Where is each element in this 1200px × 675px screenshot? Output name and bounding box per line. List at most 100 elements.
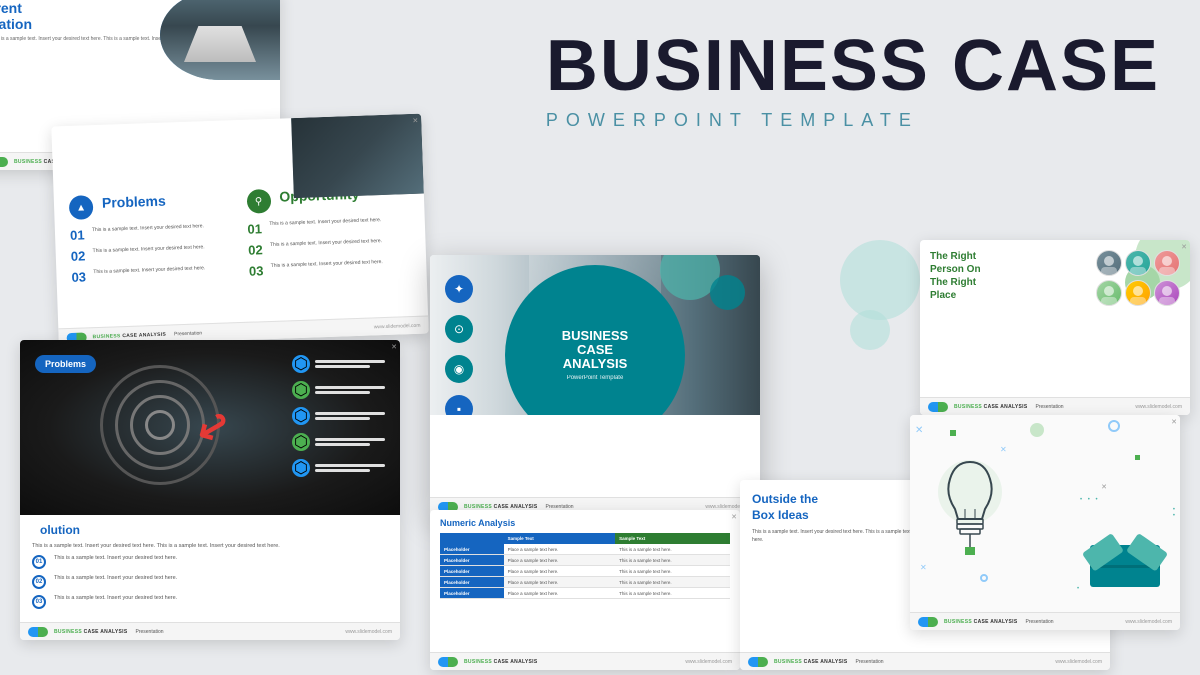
slide-8-footer: BUSINESS CASE ANALYSIS Presentation www.… [910,612,1180,630]
slide-2-o-row-1: 01 This is a sample text. Insert your de… [247,216,410,237]
slide-6-close-icon[interactable]: ✕ [1101,483,1107,491]
deco-circle-outline-1 [1108,420,1120,432]
table-row: Placeholder Place a sample text here. Th… [440,566,730,577]
footer-text-5: BUSINESS CASE ANALYSIS [464,659,537,665]
slide-7-title: The RightPerson OnThe RightPlace [930,250,1082,302]
slide-2-p-row-3: 03 This is a sample text. Insert your de… [71,264,234,285]
avatar-1 [1096,250,1122,276]
table-col-label [440,533,504,544]
footer-url-8: www.slidemodel.com [1125,619,1172,625]
table-row: Placeholder Place a sample text here. Th… [440,577,730,588]
footer-text-8: BUSINESS CASE ANALYSIS [944,619,1017,625]
slide-5-close-icon[interactable]: ✕ [731,513,737,521]
table-row: Placeholder Place a sample text here. Th… [440,544,730,555]
main-icon-2: ⊙ [445,315,473,343]
footer-toggle-7 [928,402,948,412]
ph-dot-1: ⬡ [292,355,310,373]
avatar-6 [1154,280,1180,306]
footer-toggle-1 [0,157,8,167]
deco-filled-circle-1 [1030,423,1044,437]
slide-3-ph-3: ⬡ [292,407,385,425]
slide-3-ph-5: ⬡ [292,459,385,477]
slide-3-item-1: 01 This is a sample text. Insert your de… [32,555,388,569]
slide-3-items-list: 01 This is a sample text. Insert your de… [32,555,388,609]
table-col-2: Sample Text [615,533,730,544]
footer-text-6: BUSINESS CASE ANALYSIS [774,659,847,665]
slide-card-7[interactable]: ✕ The RightPerson OnThe RightPlace [920,240,1190,415]
slide-2-p-row-2: 02 This is a sample text. Insert your de… [71,243,234,264]
main-icon-1: ✦ [445,275,473,303]
slide-5-footer: BUSINESS CASE ANALYSIS www.slidemodel.co… [430,652,740,670]
deco-square-1 [950,430,956,436]
ph-dot-3: ⬡ [292,407,310,425]
main-title: BUSINESS CASE [546,30,1160,102]
avatar-3 [1154,250,1180,276]
road-image [160,0,280,80]
deco-x-1: ✕ [915,425,923,436]
slide-7-close-icon[interactable]: ✕ [1181,243,1187,251]
box-scatter-left: • [1077,586,1079,592]
footer-text-3: BUSINESS CASE ANALYSIS [54,629,127,635]
problems-icon: ▲ [69,195,94,220]
avatar-row-2 [1090,280,1180,306]
slide-6-footer: BUSINESS CASE ANALYSIS Presentation www.… [740,652,1110,670]
ph-dot-2: ⬡ [292,381,310,399]
avatar-4 [1096,280,1122,306]
slide-1-image [160,0,280,80]
main-deco-circle-2 [710,275,745,310]
slide-3-ph-1: ⬡ [292,355,385,373]
table-col-1: Sample Text [504,533,616,544]
ph-dot-5: ⬡ [292,459,310,477]
slide-7-left: The RightPerson OnThe RightPlace [930,250,1082,387]
footer-toggle-8 [918,617,938,627]
box-scatter-right: •• [1173,507,1175,519]
slide-3-solution-text: This is a sample text. Insert your desir… [32,543,388,549]
slide-7-avatars [1090,250,1180,387]
ph-dot-4: ⬡ [292,433,310,451]
footer-toggle-5 [438,657,458,667]
slide-main-image: BUSINESSCASEANALYSIS PowerPoint Template… [430,255,760,415]
title-area: BUSINESS CASE POWERPOINT TEMPLATE [546,30,1160,131]
slide-card-5[interactable]: ✕ Numeric Analysis Sample Text Sample Te… [430,510,740,670]
slide-8-close-icon[interactable]: ✕ [1171,418,1177,426]
road-line [184,26,256,62]
footer-url-3: www.slidemodel.com [345,629,392,635]
deco-square-2 [1135,455,1140,460]
slide-2-bg-image [291,114,424,198]
slide-7-footer: BUSINESS CASE ANALYSIS Presentation www.… [920,397,1190,415]
slide-card-3[interactable]: ✕ Problems ↩ ⬡ ⬡ [20,340,400,640]
slide-3-solution-title: Solution [32,523,388,537]
table-row: Placeholder Place a sample text here. Th… [440,588,730,599]
slide-5-table: Sample Text Sample Text Placeholder Plac… [440,533,730,599]
table-row: Placeholder Place a sample text here. Th… [440,555,730,566]
main-icon-4: ▪ [445,395,473,415]
problems-title: Problems [102,193,166,211]
slide-card-8[interactable]: ✕ ✕ ✕ ✕ [910,415,1180,630]
slide-2-close-icon[interactable]: ✕ [412,117,418,125]
footer-url-6: www.slidemodel.com [1055,659,1102,665]
slide-3-close-icon[interactable]: ✕ [391,343,397,351]
avatar-5 [1125,280,1151,306]
slide-3-ph-2: ⬡ [292,381,385,399]
footer-url-5: www.slidemodel.com [685,659,732,665]
slide-3-placeholders: ⬡ ⬡ ⬡ ⬡ [292,355,385,477]
slide-7-content: The RightPerson OnThe RightPlace [920,240,1190,397]
slide-2-o-row-3: 03 This is a sample text. Insert your de… [249,258,412,279]
slide-3-bottom-content: Solution This is a sample text. Insert y… [20,515,400,622]
slide-2-road [291,114,424,198]
slide-3-problems-label: Problems [35,355,96,373]
avatar-2 [1125,250,1151,276]
problems-header: ▲ Problems [69,190,232,220]
footer-url-2: www.slidemodel.com [374,322,421,330]
footer-text-main: BUSINESS CASE ANALYSIS [464,504,537,510]
slide-5-header: Numeric Analysis [430,510,740,533]
slide-card-2[interactable]: ✕ ▲ Problems 01 This is a sample text. I… [51,114,428,347]
footer-text-2: BUSINESS CASE ANALYSIS [93,331,167,340]
slide-2-opportunity-col: ⚲ Opportunity 01 This is a sample text. … [246,184,412,285]
slide-3-item-3: 03 This is a sample text. Insert your de… [32,595,388,609]
main-icons-left: ✦ ⊙ ◉ ▪ [445,275,473,415]
slide-card-main[interactable]: BUSINESSCASEANALYSIS PowerPoint Template… [430,255,760,515]
box-scatter-top: • • • [1080,497,1100,503]
bg-deco-circle-3 [850,310,890,350]
slide-2-o-row-2: 02 This is a sample text. Insert your de… [248,237,411,258]
